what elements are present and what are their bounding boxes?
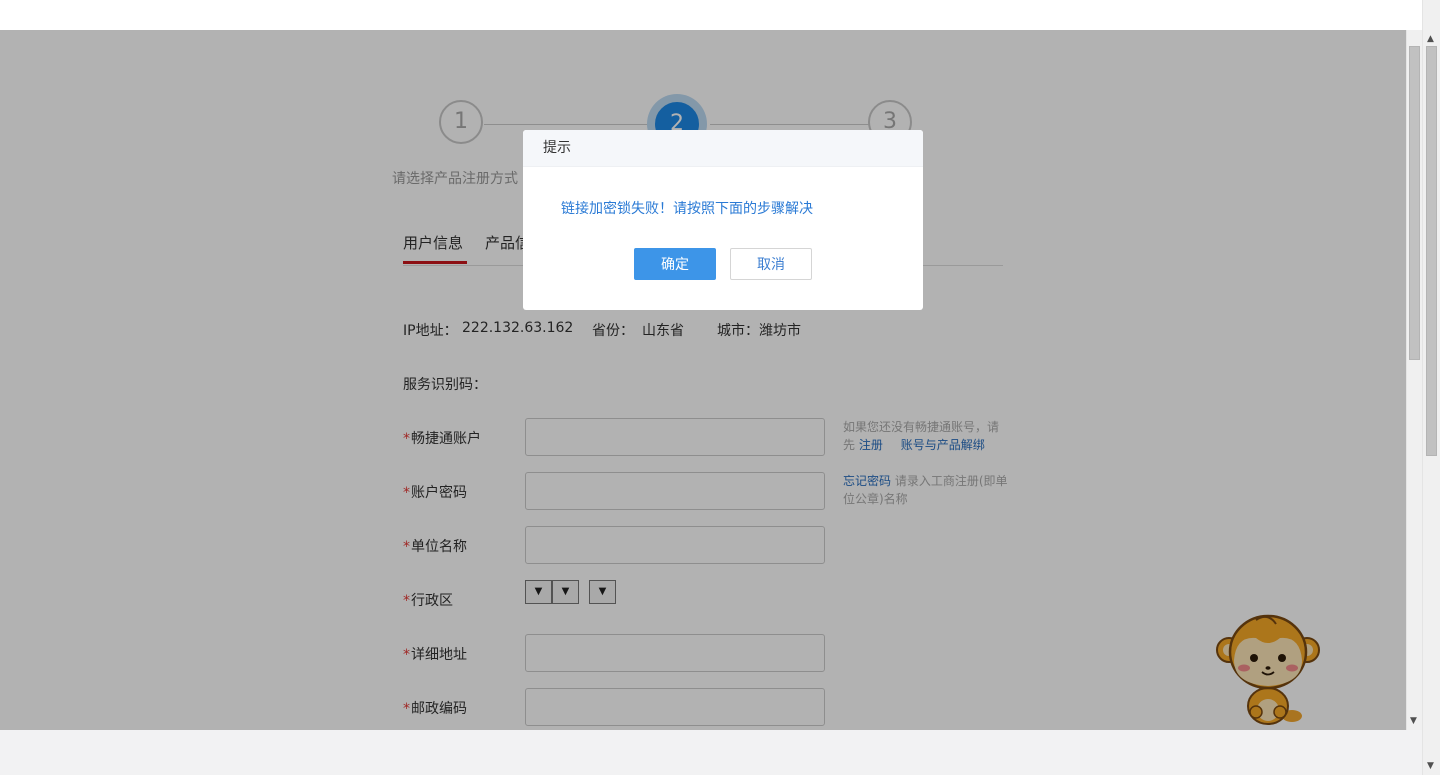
alert-dialog: 提示 链接加密锁失败！请按照下面的步骤解决 确定 取消 xyxy=(523,130,923,310)
cancel-button[interactable]: 取消 xyxy=(730,248,812,280)
window-scrollbar[interactable]: ▲ ▼ xyxy=(1422,0,1440,775)
dialog-message: 链接加密锁失败！请按照下面的步骤解决 xyxy=(561,201,813,217)
page-scroll-down-icon[interactable]: ▼ xyxy=(1410,716,1417,726)
confirm-button[interactable]: 确定 xyxy=(634,248,716,280)
page-scrollbar-thumb[interactable] xyxy=(1409,46,1420,360)
dialog-title: 提示 xyxy=(523,130,923,167)
browser-bottom-bar xyxy=(0,730,1422,775)
page-scrollbar[interactable]: ▼ xyxy=(1406,30,1422,730)
page-content: 1 2 3 请选择产品注册方式 用户信息 产品信 IP地址： 222.132.6… xyxy=(0,30,1406,730)
scroll-down-icon[interactable]: ▼ xyxy=(1427,761,1434,771)
browser-top-bar xyxy=(0,0,1422,30)
window-scrollbar-thumb[interactable] xyxy=(1426,46,1437,456)
scroll-up-icon[interactable]: ▲ xyxy=(1427,34,1434,44)
